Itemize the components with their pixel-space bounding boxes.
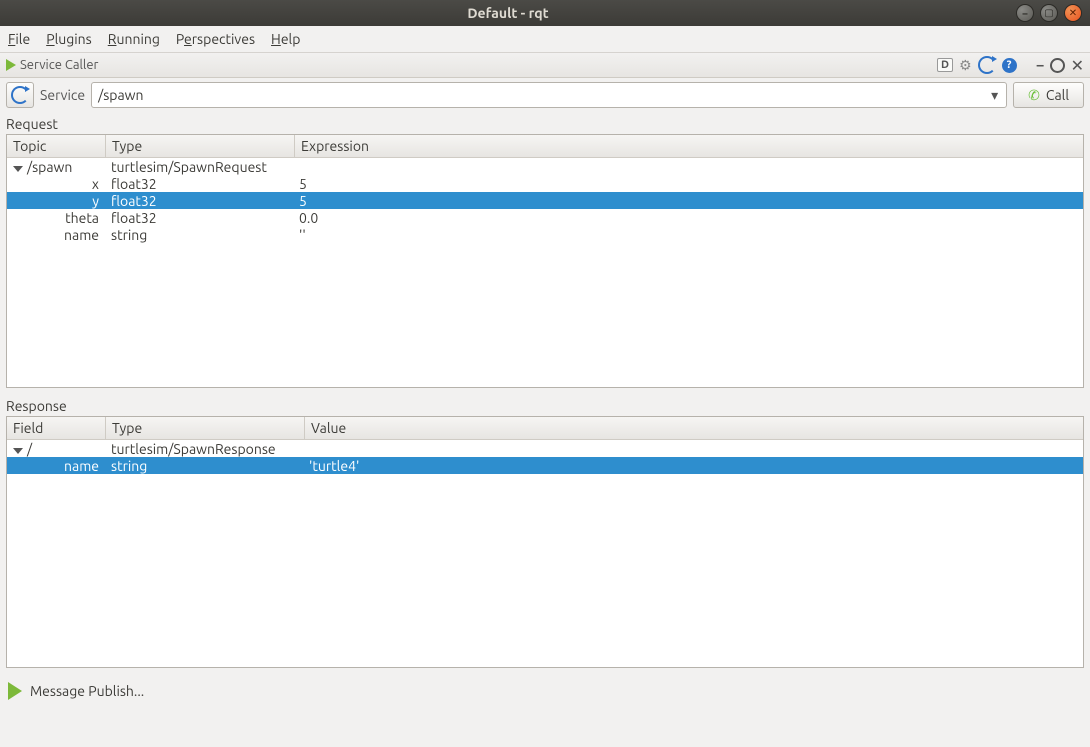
help-icon[interactable]: ? bbox=[1002, 58, 1017, 73]
minimize-icon[interactable]: – bbox=[1016, 4, 1034, 22]
message-publish-label[interactable]: Message Publish... bbox=[30, 683, 144, 699]
plugin-titlebar: Service Caller D ⚙ ? – ✕ bbox=[0, 53, 1090, 78]
column-type[interactable]: Type bbox=[106, 417, 305, 439]
phone-icon: ✆ bbox=[1028, 87, 1040, 104]
service-combobox[interactable]: /spawn ▾ bbox=[91, 82, 1007, 108]
dock-float-icon[interactable] bbox=[1050, 58, 1065, 73]
table-row[interactable]: /spawnturtlesim/SpawnRequest bbox=[7, 158, 1083, 175]
column-value[interactable]: Value bbox=[305, 417, 1083, 439]
refresh-services-button[interactable] bbox=[6, 82, 34, 108]
table-row[interactable]: xfloat325 bbox=[7, 175, 1083, 192]
dock-minimize-icon[interactable]: – bbox=[1037, 57, 1044, 73]
bottom-bar: Message Publish... bbox=[0, 676, 1090, 706]
gear-icon[interactable]: ⚙ bbox=[959, 57, 972, 74]
play-icon bbox=[8, 682, 22, 700]
column-expression[interactable]: Expression bbox=[295, 135, 1083, 157]
dock-close-icon[interactable]: ✕ bbox=[1071, 56, 1084, 75]
plugin-title: Service Caller bbox=[20, 58, 98, 72]
request-table-body: /spawnturtlesim/SpawnRequestxfloat325yfl… bbox=[7, 158, 1083, 387]
column-topic[interactable]: Topic bbox=[7, 135, 106, 157]
table-row[interactable]: yfloat325 bbox=[7, 192, 1083, 209]
menu-file[interactable]: File bbox=[8, 31, 30, 47]
call-label: Call bbox=[1046, 87, 1069, 103]
window-buttons: – ▢ ✕ bbox=[1016, 4, 1090, 22]
table-row[interactable]: namestring'' bbox=[7, 226, 1083, 243]
service-toolbar: Service /spawn ▾ ✆ Call bbox=[0, 78, 1090, 114]
window-title: Default - rqt bbox=[0, 5, 1016, 21]
chevron-down-icon: ▾ bbox=[991, 87, 998, 104]
reload-icon bbox=[11, 86, 29, 104]
menu-plugins[interactable]: Plugins bbox=[46, 31, 92, 47]
request-table-header: Topic Type Expression bbox=[7, 135, 1083, 158]
menu-help[interactable]: Help bbox=[271, 31, 300, 47]
column-field[interactable]: Field bbox=[7, 417, 106, 439]
menu-perspectives[interactable]: Perspectives bbox=[176, 31, 255, 47]
d-badge-icon[interactable]: D bbox=[937, 58, 953, 72]
table-row[interactable]: /turtlesim/SpawnResponse bbox=[7, 440, 1083, 457]
service-value: /spawn bbox=[98, 87, 143, 103]
maximize-icon[interactable]: ▢ bbox=[1040, 4, 1058, 22]
play-icon bbox=[6, 59, 16, 71]
call-button[interactable]: ✆ Call bbox=[1013, 82, 1084, 108]
request-label: Request bbox=[0, 114, 1090, 134]
menubar: File Plugins Running Perspectives Help bbox=[0, 26, 1090, 53]
menu-running[interactable]: Running bbox=[108, 31, 160, 47]
table-row[interactable]: thetafloat320.0 bbox=[7, 209, 1083, 226]
response-table-body: /turtlesim/SpawnResponsenamestring'turtl… bbox=[7, 440, 1083, 667]
reload-icon[interactable] bbox=[978, 56, 996, 74]
request-table[interactable]: Topic Type Expression /spawnturtlesim/Sp… bbox=[6, 134, 1084, 388]
response-table-header: Field Type Value bbox=[7, 417, 1083, 440]
service-label: Service bbox=[40, 87, 85, 103]
window-titlebar: Default - rqt – ▢ ✕ bbox=[0, 0, 1090, 26]
chevron-down-icon[interactable] bbox=[13, 448, 23, 454]
close-icon[interactable]: ✕ bbox=[1064, 4, 1082, 22]
chevron-down-icon[interactable] bbox=[13, 166, 23, 172]
table-row[interactable]: namestring'turtle4' bbox=[7, 457, 1083, 474]
response-label: Response bbox=[0, 396, 1090, 416]
column-type[interactable]: Type bbox=[106, 135, 295, 157]
response-table[interactable]: Field Type Value /turtlesim/SpawnRespons… bbox=[6, 416, 1084, 668]
